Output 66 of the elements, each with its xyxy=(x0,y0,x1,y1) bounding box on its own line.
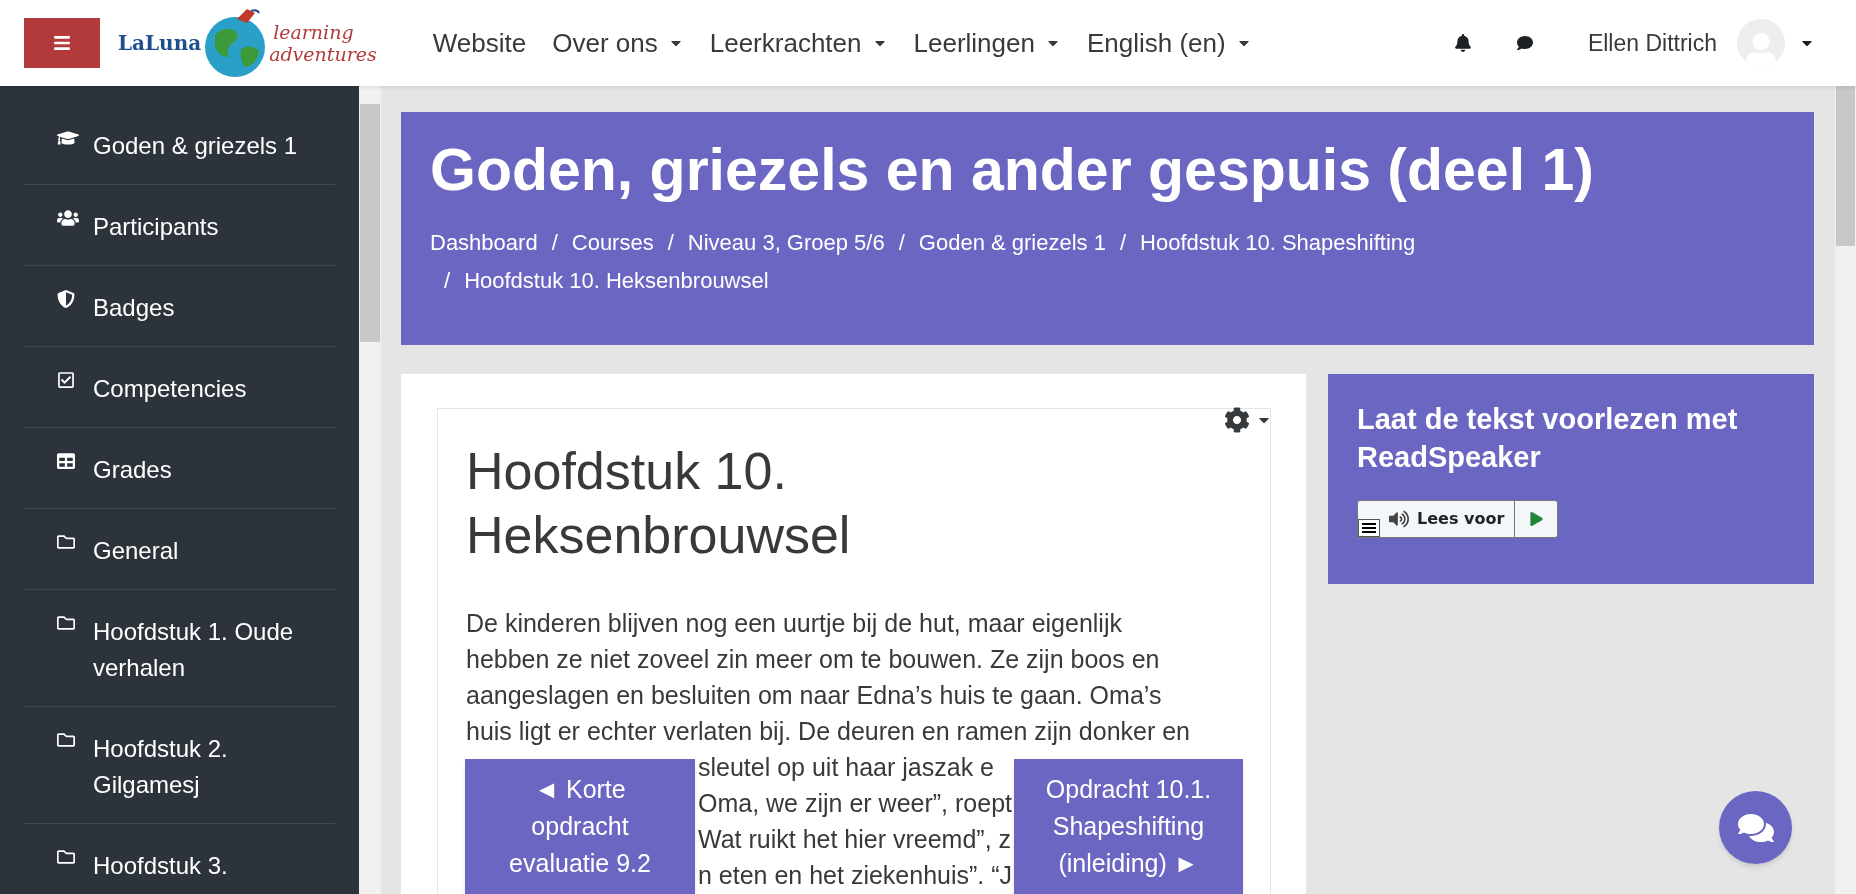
breadcrumb-link[interactable]: Goden & griezels 1 xyxy=(918,224,1106,262)
paragraph-line: aangeslagen en besluiten om naar Edna’s huis te gaan. Oma’s xyxy=(466,681,1162,709)
sidebar-item[interactable]: Hoofdstuk 2. Gilgamesj xyxy=(24,723,335,824)
chat-icon xyxy=(1737,811,1774,844)
messages-icon[interactable] xyxy=(1515,35,1534,51)
breadcrumb-separator: / xyxy=(667,229,674,257)
block-title: Laat de tekst voorlezen met ReadSpeaker xyxy=(1357,402,1739,475)
breadcrumb-separator: / xyxy=(551,229,558,257)
nav-link[interactable]: Website xyxy=(432,23,527,63)
previous-activity-button[interactable]: ◄ Korte opdracht evaluatie 9.2 xyxy=(465,759,695,894)
nav-link[interactable]: Leerlingen xyxy=(913,23,1061,63)
sidebar-item[interactable]: Grades xyxy=(24,444,335,509)
mortarboard-icon xyxy=(57,128,79,148)
paragraph-line: Wat ruikt het hier vreemd”, z xyxy=(698,825,1012,853)
breadcrumb-separator: / xyxy=(1119,229,1127,257)
user-name[interactable]: Ellen Dittrich xyxy=(1587,25,1717,61)
play-icon xyxy=(1529,512,1543,526)
breadcrumb-link[interactable]: Hoofdstuk 10. Heksenbrouwsel xyxy=(464,262,769,300)
menu-icon[interactable] xyxy=(1358,519,1380,537)
chat-button[interactable] xyxy=(1719,791,1792,864)
breadcrumb-link[interactable]: Dashboard xyxy=(430,224,538,262)
scrollbar-thumb[interactable] xyxy=(1836,86,1855,246)
paragraph-line: Oma, we zijn er weer”, roept xyxy=(698,789,1012,817)
paragraph-line: huis ligt er echter verlaten bij. De deuren en ramen zijn donker en xyxy=(466,717,1190,745)
sidebar-item[interactable]: Goden & griezels 1 xyxy=(24,120,335,185)
folder-icon xyxy=(57,731,75,749)
shield-icon xyxy=(57,290,75,308)
settings-icon[interactable] xyxy=(1224,407,1250,433)
read-aloud-button[interactable]: Lees voor xyxy=(1358,501,1516,537)
nav-link[interactable]: Over ons xyxy=(552,23,684,63)
folder-icon xyxy=(57,533,75,551)
sidebar-item[interactable]: Badges xyxy=(24,282,335,347)
sidebar-item[interactable]: Hoofdstuk 3. xyxy=(24,840,335,894)
table-icon xyxy=(57,452,75,470)
next-activity-button[interactable]: Opdracht 10.1. Shapeshifting (inleiding) ► xyxy=(1014,759,1243,894)
breadcrumb-link[interactable]: Hoofdstuk 10. Shapeshifting xyxy=(1140,224,1416,262)
paragraph-line: sleutel op uit haar jaszak e xyxy=(698,753,994,781)
breadcrumb-link[interactable]: Courses xyxy=(571,224,654,262)
breadcrumb-separator: / xyxy=(444,267,451,295)
page-scrollbar[interactable] xyxy=(1835,86,1856,894)
nav-link[interactable]: Leerkrachten xyxy=(709,23,888,63)
paragraph-line: hebben ze niet zoveel zin meer om te bouwen. Ze zijn boos en xyxy=(466,645,1160,673)
menu-icon xyxy=(53,34,71,52)
logo-tagline: learning xyxy=(273,21,355,43)
sidebar-item[interactable]: Hoofdstuk 1. Oude verhalen xyxy=(24,606,335,707)
speaker-icon xyxy=(1389,510,1409,528)
logo-brand: LaLuna xyxy=(118,30,202,57)
breadcrumb-link[interactable]: Niveau 3, Groep 5/6 xyxy=(687,224,885,262)
notification-bell-icon[interactable] xyxy=(1453,34,1472,52)
folder-icon xyxy=(57,614,75,632)
paragraph-line: n eten en het ziekenhuis”. “J xyxy=(698,861,1013,889)
folder-icon xyxy=(57,848,75,866)
sidebar-scrollbar[interactable] xyxy=(359,86,381,894)
menu-button[interactable] xyxy=(24,18,100,68)
breadcrumb-separator: / xyxy=(898,229,905,257)
scrollbar-thumb[interactable] xyxy=(360,104,380,342)
sidebar-item[interactable]: General xyxy=(24,525,335,590)
nav-link[interactable]: English (en) xyxy=(1086,23,1252,63)
checkbox-icon xyxy=(57,371,75,389)
sidebar-item[interactable]: Competencies xyxy=(24,363,335,428)
users-icon xyxy=(57,209,79,227)
chapter-heading: Hoofdstuk 10. Heksenbrouwsel xyxy=(466,441,852,566)
sidebar-item[interactable]: Participants xyxy=(24,201,335,266)
logo-tagline: adventures xyxy=(269,43,377,65)
paragraph-line: De kinderen blijven nog een uurtje bij de hut, maar eigenlijk xyxy=(466,609,1122,637)
page-title: Goden, griezels en ander gespuis (deel 1) xyxy=(430,136,1595,205)
